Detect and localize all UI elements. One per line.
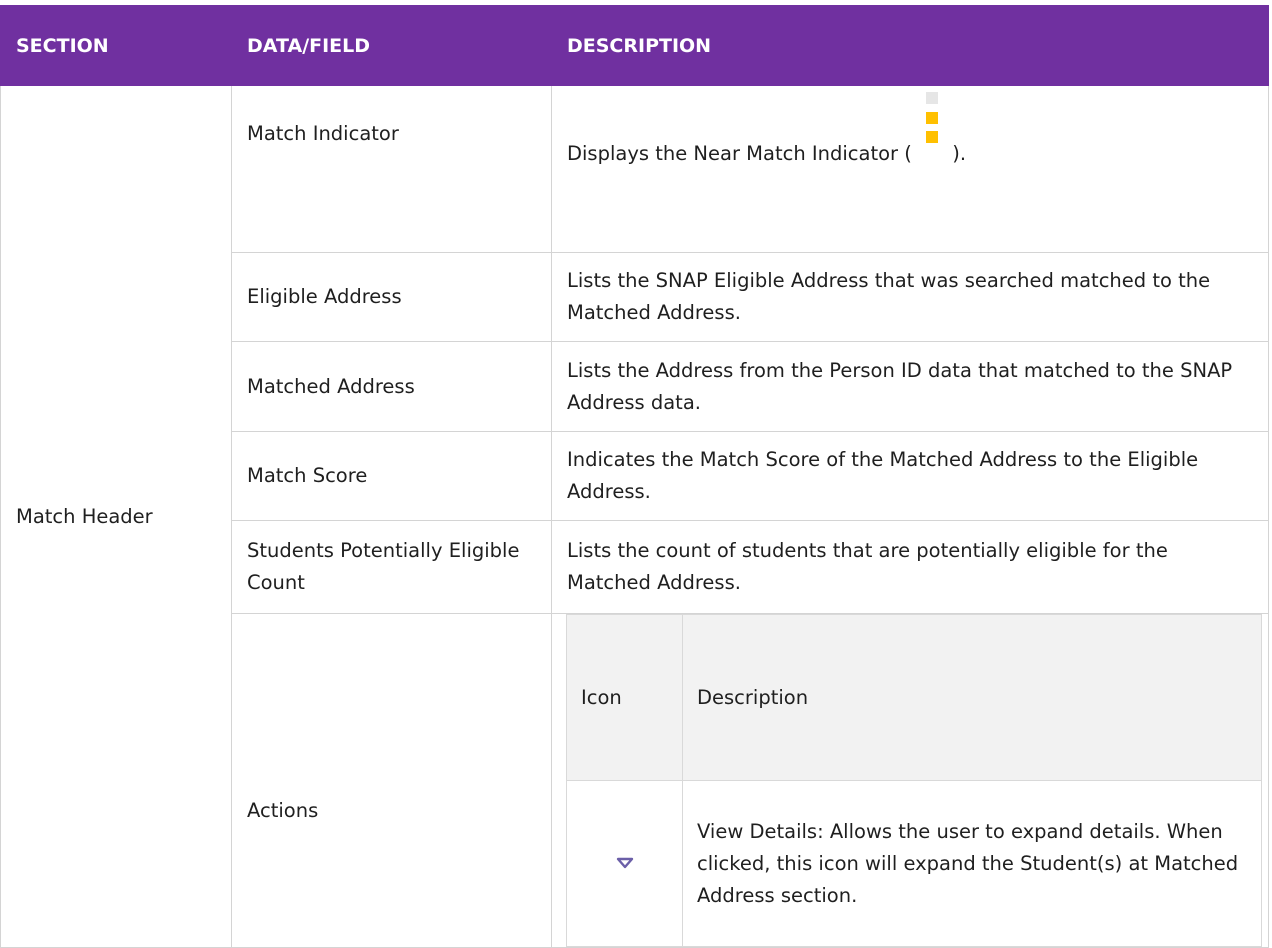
actions-description-cell: View Details: Allows the user to expand … [682, 780, 1262, 947]
description-cell: Lists the SNAP Eligible Address that was… [551, 252, 1269, 342]
description-cell: Icon Description View Details: Allows th… [551, 613, 1269, 948]
actions-header-icon: Icon [566, 614, 683, 781]
section-cell: Match Header [0, 85, 232, 948]
actions-header-description: Description [682, 614, 1262, 781]
header-data-field: DATA/FIELD [231, 5, 552, 86]
description-cell: Lists the Address from the Person ID dat… [551, 341, 1269, 432]
actions-table-header-row: Icon Description [566, 614, 1262, 781]
header-section: SECTION [0, 5, 232, 86]
field-cell: Match Indicator [231, 85, 552, 253]
table-row: Match Header Match Indicator Displays th… [0, 85, 1269, 948]
actions-icon-table: Icon Description View Details: Allows th… [566, 614, 1262, 947]
field-cell: Matched Address [231, 341, 552, 432]
near-match-indicator-icon [918, 92, 946, 160]
description-text-before: Displays the Near Match Indicator ( [567, 142, 912, 165]
field-cell: Actions [231, 613, 552, 948]
field-cell: Eligible Address [231, 252, 552, 342]
description-cell: Indicates the Match Score of the Matched… [551, 431, 1269, 521]
field-cell: Students Potentially Eligible Count [231, 520, 552, 614]
chevron-down-icon[interactable] [615, 856, 635, 870]
field-label: Match Indicator [247, 122, 399, 145]
actions-table-row: View Details: Allows the user to expand … [566, 780, 1262, 947]
field-cell: Match Score [231, 431, 552, 521]
description-text-after: ). [952, 142, 967, 165]
actions-icon-cell [566, 780, 683, 947]
description-cell: Lists the count of students that are pot… [551, 520, 1269, 614]
description-text: Displays the Near Match Indicator ( ). [567, 92, 1254, 170]
field-description-table: SECTION DATA/FIELD DESCRIPTION Match Hea… [0, 5, 1269, 948]
description-cell: Displays the Near Match Indicator ( ). [551, 85, 1269, 253]
header-description: DESCRIPTION [551, 5, 1269, 86]
table-header-row: SECTION DATA/FIELD DESCRIPTION [0, 5, 1269, 86]
